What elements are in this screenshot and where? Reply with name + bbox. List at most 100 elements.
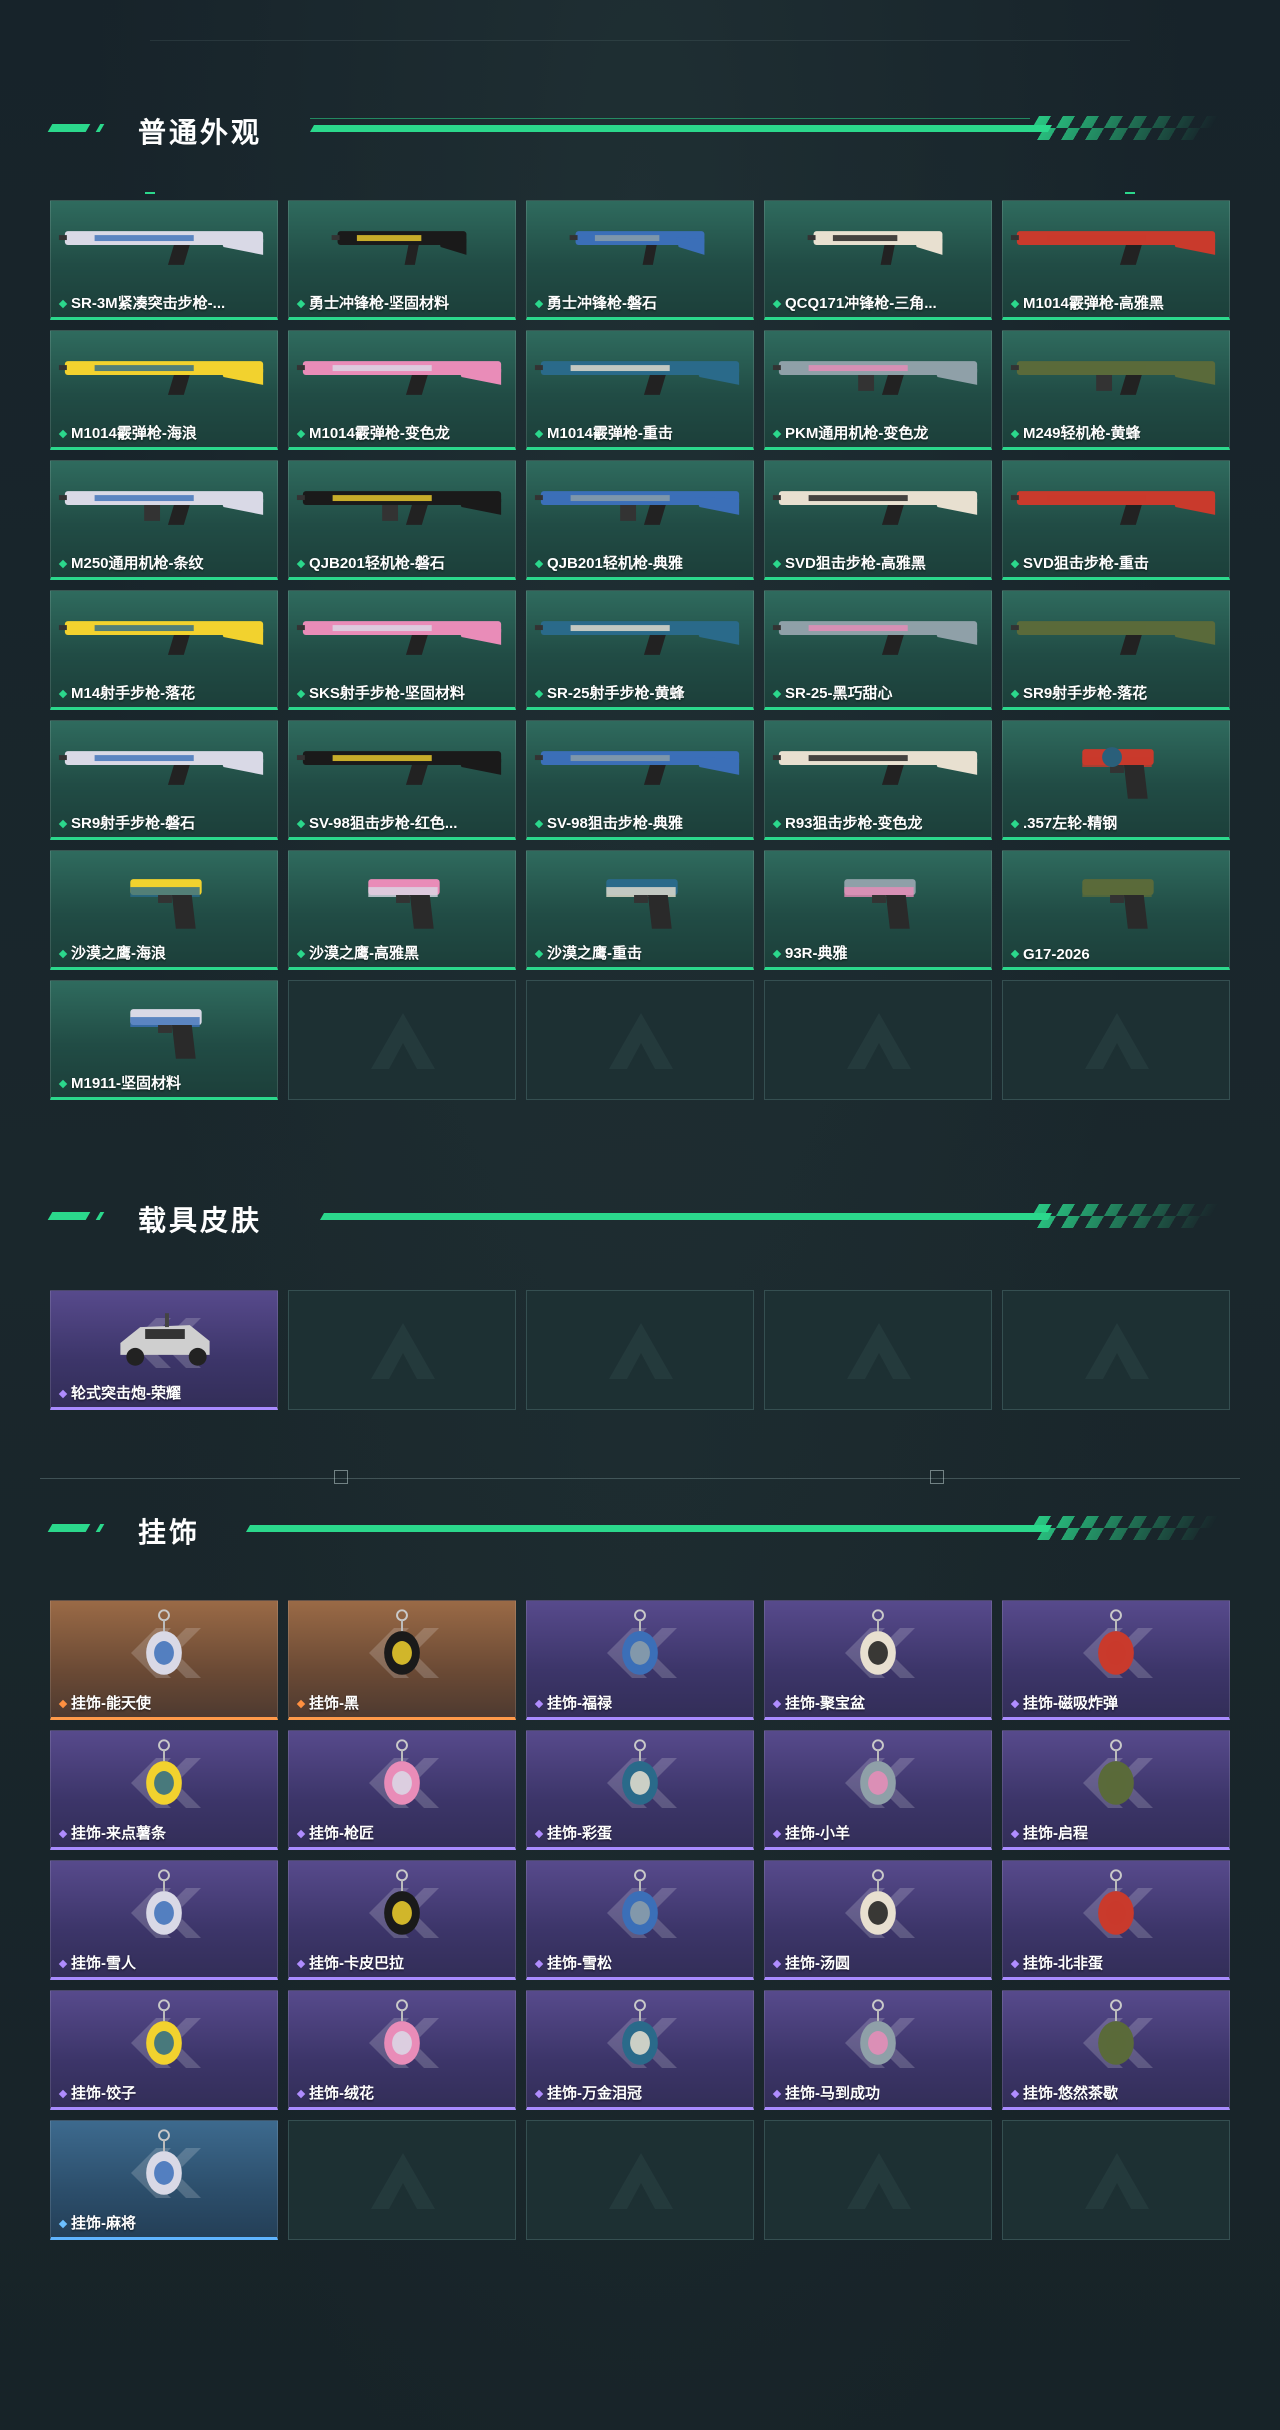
item-card[interactable]: M1014霰弹枪-高雅黑 [1002,200,1230,320]
item-card[interactable]: 93R-典雅 [764,850,992,970]
rarity-diamond-icon [534,1829,544,1839]
item-card[interactable]: 挂饰-枪匠 [288,1730,516,1850]
item-card[interactable]: M250通用机枪-条纹 [50,460,278,580]
item-label: SR-25-黑巧甜心 [785,685,893,702]
marksman-rifle-icon [296,621,502,655]
header-thin-line [310,118,1030,119]
watermark-logo-icon [371,2153,435,2209]
item-label: M1014霰弹枪-重击 [547,425,673,442]
item-card[interactable]: M1014霰弹枪-变色龙 [288,330,516,450]
item-label: R93狙击步枪-变色龙 [785,815,923,832]
item-card[interactable]: QJB201轻机枪-典雅 [526,460,754,580]
item-card[interactable]: 挂饰-小羊 [764,1730,992,1850]
item-card[interactable]: 挂饰-马到成功 [764,1990,992,2110]
item-card[interactable]: 挂饰-悠然茶歇 [1002,1990,1230,2110]
item-card[interactable]: 挂饰-启程 [1002,1730,1230,1850]
item-label: M1911-坚固材料 [71,1075,182,1092]
item-card[interactable]: .357左轮-精钢 [1002,720,1230,840]
marksman-rifle-icon [58,621,264,655]
item-card[interactable]: M249轻机枪-黄蜂 [1002,330,1230,450]
item-card[interactable]: SR-25-黑巧甜心 [764,590,992,710]
item-card[interactable]: SV-98狙击步枪-红色... [288,720,516,840]
item-card[interactable]: SKS射手步枪-坚固材料 [288,590,516,710]
item-label: M250通用机枪-条纹 [71,555,204,572]
item-card[interactable]: 挂饰-北非蛋 [1002,1860,1230,1980]
rarity-diamond-icon [1010,819,1020,829]
rarity-diamond-icon [1010,299,1020,309]
charm-icon [146,2129,182,2195]
item-card[interactable]: QJB201轻机枪-磐石 [288,460,516,580]
frame-marker-right [930,1470,944,1484]
item-card[interactable]: SVD狙击步枪-高雅黑 [764,460,992,580]
rarity-diamond-icon [534,689,544,699]
rarity-diamond-icon [1010,2089,1020,2099]
rarity-diamond-icon [296,1829,306,1839]
vehicle-icon [120,1313,210,1366]
item-card[interactable]: R93狙击步枪-变色龙 [764,720,992,840]
item-card[interactable]: 挂饰-麻将 [50,2120,278,2240]
item-card[interactable]: 勇士冲锋枪-磐石 [526,200,754,320]
item-card[interactable]: 沙漠之鹰-重击 [526,850,754,970]
header-marker [95,1212,105,1220]
item-card[interactable]: PKM通用机枪-变色龙 [764,330,992,450]
item-card[interactable]: 挂饰-雪人 [50,1860,278,1980]
rarity-diamond-icon [296,1959,306,1969]
machine-gun-icon [58,491,264,525]
item-card[interactable]: M1014霰弹枪-重击 [526,330,754,450]
item-card[interactable]: M1014霰弹枪-海浪 [50,330,278,450]
item-label: 挂饰-北非蛋 [1023,1955,1103,1972]
item-card[interactable]: 挂饰-黑 [288,1600,516,1720]
item-label: QCQ171冲锋枪-三角... [785,295,937,312]
item-label: 挂饰-雪松 [547,1955,612,1972]
watermark-logo-icon [609,1013,673,1069]
item-label: 挂饰-小羊 [785,1825,850,1842]
item-card[interactable]: 挂饰-万金泪冠 [526,1990,754,2110]
item-card[interactable]: SR9射手步枪-落花 [1002,590,1230,710]
item-card[interactable]: 沙漠之鹰-高雅黑 [288,850,516,970]
rarity-diamond-icon [1010,1959,1020,1969]
item-card[interactable]: 挂饰-能天使 [50,1600,278,1720]
item-label: SR-25射手步枪-黄蜂 [547,685,685,702]
item-label: M1014霰弹枪-变色龙 [309,425,450,442]
rarity-diamond-icon [772,819,782,829]
rarity-diamond-icon [772,299,782,309]
marksman-rifle-icon [1010,621,1216,655]
rarity-diamond-icon [296,559,306,569]
empty-slot [526,2120,754,2240]
item-card[interactable]: 挂饰-饺子 [50,1990,278,2110]
item-card[interactable]: 勇士冲锋枪-坚固材料 [288,200,516,320]
item-card[interactable]: SVD狙击步枪-重击 [1002,460,1230,580]
item-card[interactable]: 挂饰-聚宝盆 [764,1600,992,1720]
item-card[interactable]: 挂饰-雪松 [526,1860,754,1980]
rarity-diamond-icon [58,429,68,439]
item-card[interactable]: 挂饰-来点薯条 [50,1730,278,1850]
empty-slot [288,2120,516,2240]
rarity-diamond-icon [534,819,544,829]
item-card[interactable]: 挂饰-汤圆 [764,1860,992,1980]
item-card[interactable]: 沙漠之鹰-海浪 [50,850,278,970]
watermark-logo-icon [847,1013,911,1069]
item-card[interactable]: SV-98狙击步枪-典雅 [526,720,754,840]
item-card[interactable]: QCQ171冲锋枪-三角... [764,200,992,320]
item-card[interactable]: SR-25射手步枪-黄蜂 [526,590,754,710]
sniper-icon [772,491,978,525]
item-card[interactable]: SR9射手步枪-磐石 [50,720,278,840]
item-card[interactable]: 挂饰-卡皮巴拉 [288,1860,516,1980]
item-card[interactable]: 挂饰-磁吸炸弹 [1002,1600,1230,1720]
item-card[interactable]: G17-2026 [1002,850,1230,970]
pistol-icon [606,879,678,929]
rarity-diamond-icon [58,949,68,959]
header-marker [95,1524,105,1532]
item-card[interactable]: 挂饰-彩蛋 [526,1730,754,1850]
section-title: 挂饰 [138,1517,201,1548]
item-card[interactable]: M1911-坚固材料 [50,980,278,1100]
item-card[interactable]: 挂饰-绒花 [288,1990,516,2110]
item-card[interactable]: SR-3M紧凑突击步枪-... [50,200,278,320]
item-label: 轮式突击炮-荣耀 [71,1385,181,1402]
watermark-logo-icon [847,2153,911,2209]
item-card[interactable]: 轮式突击炮-荣耀 [50,1290,278,1410]
item-label: 挂饰-雪人 [71,1955,136,1972]
item-card[interactable]: 挂饰-福禄 [526,1600,754,1720]
item-card[interactable]: M14射手步枪-落花 [50,590,278,710]
item-label: 挂饰-汤圆 [785,1955,850,1972]
